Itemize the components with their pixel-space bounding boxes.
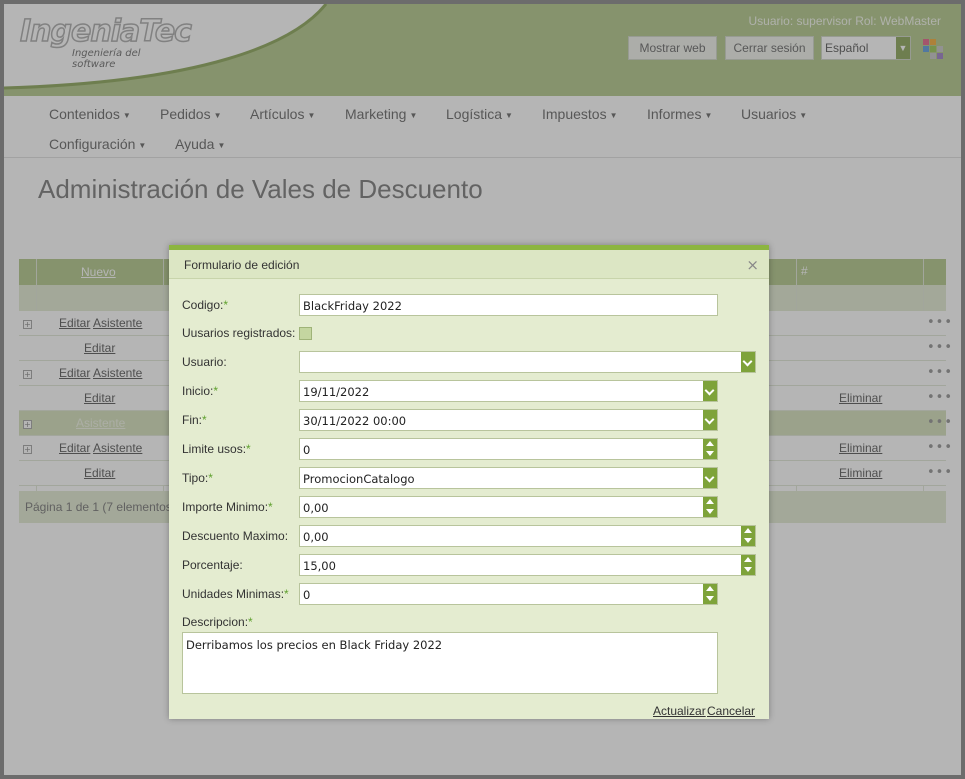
fin-label: Fin:* xyxy=(182,413,207,427)
codigo-label: Codigo:* xyxy=(182,298,229,312)
usuario-select[interactable] xyxy=(299,351,756,373)
limite-usos-label: Limite usos:* xyxy=(182,442,251,456)
porcentaje-stepper[interactable]: 15,00 xyxy=(299,554,756,576)
edit-form-dialog: Formulario de edición × Codigo:* BlackFr… xyxy=(169,245,769,719)
registered-users-checkbox[interactable] xyxy=(299,327,312,340)
cancel-link[interactable]: Cancelar xyxy=(707,704,755,718)
chevron-down-icon[interactable] xyxy=(703,381,717,401)
descuento-maximo-stepper[interactable]: 0,00 xyxy=(299,525,756,547)
dialog-titlebar[interactable]: Formulario de edición × xyxy=(169,250,769,279)
update-link[interactable]: Actualizar xyxy=(653,704,706,718)
porcentaje-label: Porcentaje: xyxy=(182,558,243,572)
required-mark: * xyxy=(213,384,219,398)
descripcion-textarea[interactable]: Derribamos los precios en Black Friday 2… xyxy=(182,632,718,694)
inicio-date-input[interactable]: 19/11/2022 xyxy=(299,380,718,402)
descuento-maximo-label: Descuento Maximo: xyxy=(182,529,289,543)
unidades-minimas-stepper[interactable]: 0 xyxy=(299,583,718,605)
required-mark: * xyxy=(268,500,273,514)
chevron-down-icon[interactable] xyxy=(703,468,717,488)
spinner-icon[interactable] xyxy=(741,526,755,546)
chevron-down-icon[interactable] xyxy=(741,352,755,372)
codigo-input[interactable]: BlackFriday 2022 xyxy=(299,294,718,316)
required-mark: * xyxy=(208,471,213,485)
importe-minimo-label: Importe Minimo:* xyxy=(182,500,273,514)
close-icon[interactable]: × xyxy=(746,256,759,274)
required-mark: * xyxy=(202,413,207,427)
tipo-label: Tipo:* xyxy=(182,471,213,485)
spinner-icon[interactable] xyxy=(703,497,717,517)
dialog-title: Formulario de edición xyxy=(184,258,300,272)
required-mark: * xyxy=(284,587,289,601)
required-mark: * xyxy=(246,442,251,456)
spinner-icon[interactable] xyxy=(703,584,717,604)
limite-usos-stepper[interactable]: 0 xyxy=(299,438,718,460)
registered-users-label: Uusarios registrados: xyxy=(182,326,296,340)
unidades-minimas-label: Unidades Minimas:* xyxy=(182,587,289,601)
descripcion-label: Descripcion:* xyxy=(182,615,253,629)
chevron-down-icon[interactable] xyxy=(703,410,717,430)
fin-date-input[interactable]: 30/11/2022 00:00 xyxy=(299,409,718,431)
importe-minimo-stepper[interactable]: 0,00 xyxy=(299,496,718,518)
spinner-icon[interactable] xyxy=(741,555,755,575)
required-mark: * xyxy=(223,298,229,312)
inicio-label: Inicio:* xyxy=(182,384,219,398)
usuario-label: Usuario: xyxy=(182,355,227,369)
spinner-icon[interactable] xyxy=(703,439,717,459)
tipo-select[interactable]: PromocionCatalogo xyxy=(299,467,718,489)
required-mark: * xyxy=(248,615,253,629)
